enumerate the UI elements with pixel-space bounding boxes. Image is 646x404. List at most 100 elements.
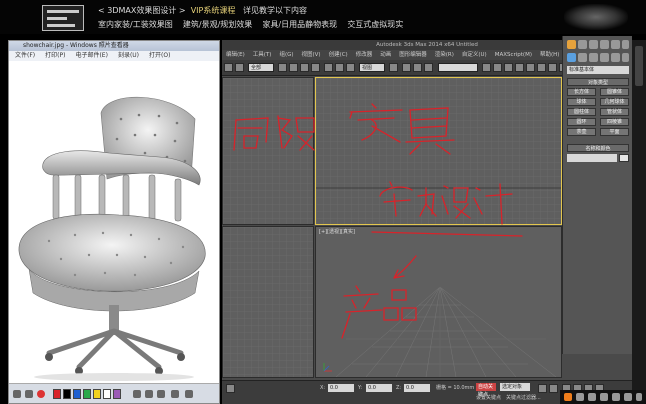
cone-button[interactable]: 圆锥体 <box>600 88 629 96</box>
object-type-rollout[interactable]: 对象类型 <box>567 78 629 86</box>
more-icon[interactable] <box>636 393 642 401</box>
sphere-button[interactable]: 球体 <box>567 98 596 106</box>
geometry-icon[interactable] <box>567 53 576 62</box>
selection-filter-dropdown[interactable]: 全部 <box>248 63 274 72</box>
viewer-menu-email[interactable]: 电子邮件(E) <box>75 51 107 61</box>
menu-graph-editors[interactable]: 图形编辑器 <box>399 50 427 60</box>
menu-tools[interactable]: 工具(T) <box>253 50 272 60</box>
color-red-swatch[interactable] <box>53 389 61 399</box>
box-button[interactable]: 长方体 <box>567 88 596 96</box>
color-white-swatch[interactable] <box>103 389 111 399</box>
menu-customize[interactable]: 自定义(U) <box>462 50 487 60</box>
percent-snap-icon[interactable] <box>424 63 433 72</box>
viewer-menu-open[interactable]: 打开(O) <box>149 51 170 61</box>
volume-icon[interactable] <box>600 393 608 401</box>
create-tab-icon[interactable] <box>567 40 576 49</box>
menu-modifiers[interactable]: 修改器 <box>356 50 373 60</box>
play-icon[interactable] <box>549 384 558 393</box>
graphite-icon[interactable] <box>515 63 524 72</box>
named-selection-dropdown[interactable] <box>438 63 478 72</box>
pen-tool-icon[interactable] <box>13 390 21 398</box>
menu-help[interactable]: 帮助(H) <box>540 50 559 60</box>
menu-create[interactable]: 创建(C) <box>329 50 348 60</box>
menu-views[interactable]: 视图(V) <box>302 50 321 60</box>
redo-icon[interactable] <box>145 390 153 398</box>
record-icon[interactable] <box>37 390 45 398</box>
scroll-thumb[interactable] <box>635 46 643 86</box>
close-icon[interactable] <box>185 390 193 398</box>
motion-tab-icon[interactable] <box>600 40 609 49</box>
menu-animation[interactable]: 动画 <box>380 50 391 60</box>
shapes-icon[interactable] <box>578 53 587 62</box>
schematic-icon[interactable] <box>537 63 546 72</box>
color-yellow-swatch[interactable] <box>93 389 101 399</box>
color-blue-swatch[interactable] <box>73 389 81 399</box>
viewer-menu-file[interactable]: 文件(F) <box>15 51 35 61</box>
helpers-icon[interactable] <box>611 53 620 62</box>
color-black-swatch[interactable] <box>63 389 71 399</box>
menu-edit[interactable]: 编辑(E) <box>226 50 245 60</box>
undo-icon[interactable] <box>133 390 141 398</box>
pyramid-button[interactable]: 四棱锥 <box>600 118 629 126</box>
network-icon[interactable] <box>588 393 596 401</box>
color-purple-swatch[interactable] <box>113 389 121 399</box>
move-icon[interactable] <box>324 63 333 72</box>
hierarchy-tab-icon[interactable] <box>589 40 598 49</box>
cylinder-button[interactable]: 圆柱体 <box>567 108 596 116</box>
teapot-button[interactable]: 茶壶 <box>567 128 596 136</box>
z-field[interactable]: 0.0 <box>404 384 430 392</box>
select-icon[interactable] <box>278 63 287 72</box>
modify-tab-icon[interactable] <box>578 40 587 49</box>
select-by-name-icon[interactable] <box>289 63 298 72</box>
menu-maxscript[interactable]: MAXScript(M) <box>495 50 532 60</box>
settings-tray-icon[interactable] <box>624 393 632 401</box>
object-name-field[interactable] <box>567 154 617 162</box>
align-icon[interactable] <box>493 63 502 72</box>
y-field[interactable]: 0.0 <box>366 384 392 392</box>
autokey-button[interactable]: 自动关键点 <box>476 383 496 398</box>
viewer-menu-print[interactable]: 打印(P) <box>45 51 65 61</box>
display-tab-icon[interactable] <box>611 40 620 49</box>
category-dropdown[interactable]: 标准基本体 <box>567 66 629 74</box>
layer-icon[interactable] <box>504 63 513 72</box>
color-green-swatch[interactable] <box>83 389 91 399</box>
menu-group[interactable]: 组(G) <box>279 50 293 60</box>
rotate-icon[interactable] <box>335 63 344 72</box>
scale-icon[interactable] <box>346 63 355 72</box>
reference-coord-dropdown[interactable]: 视图 <box>359 63 385 72</box>
app-tray-icon[interactable] <box>564 393 572 401</box>
curve-editor-icon[interactable] <box>526 63 535 72</box>
menu-rendering[interactable]: 渲染(R) <box>435 50 454 60</box>
ime-icon[interactable] <box>576 393 584 401</box>
mirror-icon[interactable] <box>482 63 491 72</box>
settings-icon[interactable] <box>171 390 179 398</box>
setkey-label[interactable]: 设置关键点 <box>476 394 501 402</box>
go-start-icon[interactable] <box>538 384 547 393</box>
geosphere-button[interactable]: 几何球体 <box>600 98 629 106</box>
tube-button[interactable]: 管状体 <box>600 108 629 116</box>
right-edge-scrollbar[interactable] <box>632 40 646 404</box>
utilities-tab-icon[interactable] <box>622 40 629 49</box>
window-crossing-icon[interactable] <box>311 63 320 72</box>
viewer-menu-burn[interactable]: 刻录(U) <box>118 51 139 61</box>
selected-dropdown[interactable]: 选定对象 <box>500 383 530 391</box>
photo-viewer-window[interactable]: showchair.jpg - Windows 照片查看器 文件(F) 打印(P… <box>8 40 220 404</box>
x-field[interactable]: 0.0 <box>328 384 354 392</box>
region-select-icon[interactable] <box>300 63 309 72</box>
object-color-swatch[interactable] <box>619 154 629 162</box>
snaps-icon[interactable] <box>402 63 411 72</box>
material-editor-icon[interactable] <box>548 63 557 72</box>
keyboard-icon[interactable] <box>612 393 620 401</box>
angle-snap-icon[interactable] <box>413 63 422 72</box>
plane-button[interactable]: 平面 <box>600 128 629 136</box>
undo-icon[interactable] <box>224 63 233 72</box>
cameras-icon[interactable] <box>600 53 609 62</box>
lock-icon[interactable] <box>226 384 235 393</box>
eraser-icon[interactable] <box>25 390 33 398</box>
clear-icon[interactable] <box>157 390 165 398</box>
redo-icon[interactable] <box>235 63 244 72</box>
pivot-icon[interactable] <box>389 63 398 72</box>
key-filters[interactable]: 关键点过滤器... <box>506 394 541 402</box>
systems-icon[interactable] <box>622 53 629 62</box>
lights-icon[interactable] <box>589 53 598 62</box>
